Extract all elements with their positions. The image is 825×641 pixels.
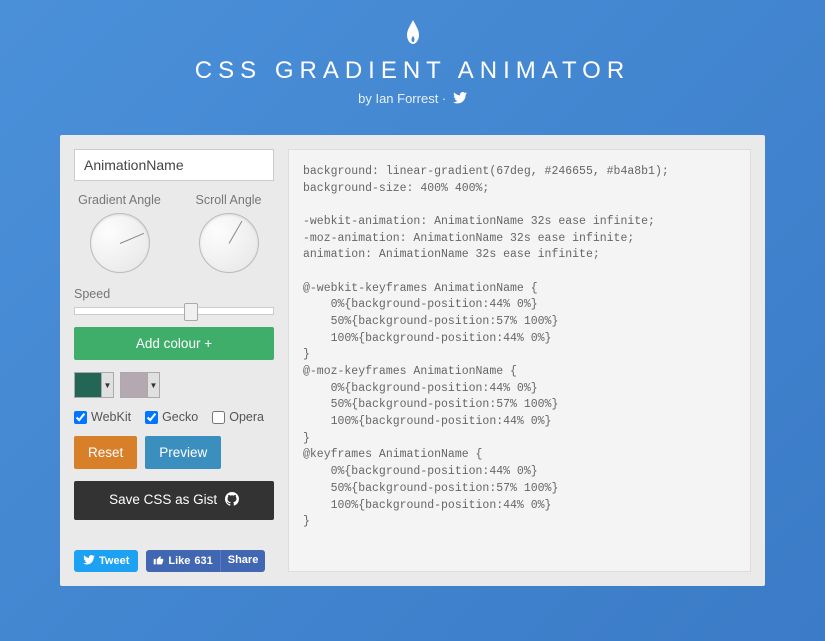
scroll-angle-knob[interactable] — [199, 213, 259, 273]
controls-column: Gradient Angle Scroll Angle Speed Add co… — [74, 149, 274, 572]
thumbs-up-icon — [153, 554, 164, 568]
gecko-checkbox[interactable]: Gecko — [145, 410, 198, 424]
colour-swatch-row: ▼ ▼ — [74, 372, 274, 398]
github-icon — [225, 492, 239, 509]
save-gist-button[interactable]: Save CSS as Gist — [74, 481, 274, 520]
chevron-down-icon: ▼ — [101, 373, 113, 397]
preview-button[interactable]: Preview — [145, 436, 221, 469]
twitter-icon — [83, 555, 95, 568]
colour-swatch-2[interactable]: ▼ — [120, 372, 160, 398]
webkit-checkbox[interactable]: WebKit — [74, 410, 131, 424]
byline: by Ian Forrest · — [0, 91, 825, 107]
main-panel: Gradient Angle Scroll Angle Speed Add co… — [60, 135, 765, 586]
speed-slider[interactable] — [74, 307, 274, 315]
author-link[interactable]: Ian Forrest — [375, 91, 438, 106]
reset-button[interactable]: Reset — [74, 436, 137, 469]
add-colour-button[interactable]: Add colour + — [74, 327, 274, 360]
tweet-button[interactable]: Tweet — [74, 550, 138, 572]
page-title: CSS GRADIENT ANIMATOR — [0, 57, 825, 85]
css-output[interactable]: background: linear-gradient(67deg, #2466… — [288, 149, 751, 572]
scroll-angle-label: Scroll Angle — [183, 193, 274, 207]
speed-slider-thumb[interactable] — [184, 303, 198, 321]
opera-checkbox[interactable]: Opera — [212, 410, 264, 424]
fb-like-button[interactable]: Like 631 — [146, 550, 219, 572]
gradient-angle-knob[interactable] — [90, 213, 150, 273]
animation-name-input[interactable] — [74, 149, 274, 181]
colour-swatch-1[interactable]: ▼ — [74, 372, 114, 398]
fb-share-button[interactable]: Share — [220, 550, 266, 572]
chevron-down-icon: ▼ — [147, 373, 159, 397]
speed-label: Speed — [74, 287, 110, 301]
gradient-angle-label: Gradient Angle — [74, 193, 165, 207]
flame-logo-icon — [404, 20, 422, 49]
twitter-icon[interactable] — [453, 92, 467, 107]
